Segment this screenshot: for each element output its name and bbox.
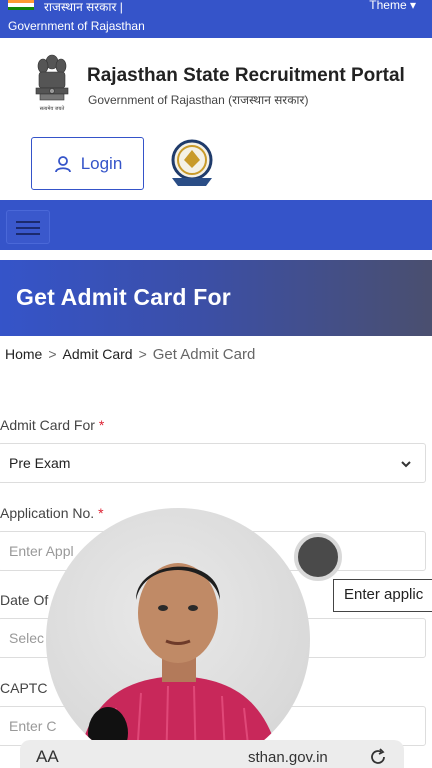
captcha-label-text: CAPTC [0, 680, 48, 696]
state-emblem-icon: सत्यमेव जयते [35, 54, 69, 112]
admit-card-for-select[interactable]: Pre Exam [0, 443, 426, 483]
chevron-down-icon [401, 461, 411, 468]
page-banner: Get Admit Card For [0, 260, 432, 336]
nav-bar [0, 200, 432, 254]
portal-title: Rajasthan State Recruitment Portal [87, 65, 405, 86]
user-icon [54, 155, 71, 172]
text-size-button[interactable]: AA [36, 747, 59, 767]
breadcrumb-admit-card-link[interactable]: Admit Card [63, 346, 133, 362]
captcha-placeholder: Enter C [9, 718, 57, 734]
url-text[interactable]: sthan.gov.in [248, 749, 328, 766]
admit-card-for-label: Admit Card For * [0, 417, 104, 433]
india-flag-icon [8, 0, 34, 10]
page-title: Get Admit Card For [16, 284, 231, 310]
presenter-image [76, 563, 282, 768]
login-button[interactable]: Login [31, 137, 144, 190]
admit-card-for-value: Pre Exam [9, 455, 71, 471]
application-no-label-text: Application No. [0, 505, 95, 521]
breadcrumb-current: Get Admit Card [152, 346, 256, 363]
admit-card-for-label-text: Admit Card For [0, 417, 95, 433]
dob-placeholder: Selec [9, 630, 45, 646]
gov-english-text: Government of Rajasthan [8, 19, 145, 33]
gov-hindi-text: राजस्थान सरकार | [44, 0, 123, 14]
required-mark: * [98, 505, 104, 521]
application-no-placeholder: Enter Appl [9, 543, 74, 559]
dob-label-text: Date Of [0, 592, 49, 608]
menu-icon[interactable] [6, 210, 50, 244]
breadcrumb: Home > Admit Card > Get Admit Card [5, 346, 255, 363]
application-no-label: Application No. * [0, 505, 104, 521]
rajasthan-logo-icon [171, 139, 213, 186]
breadcrumb-home-link[interactable]: Home [5, 346, 42, 362]
portal-subtitle: Government of Rajasthan (राजस्थान सरकार) [88, 93, 309, 107]
site-header: सत्यमेव जयते Rajasthan State Recruitment… [0, 38, 432, 200]
svg-text:सत्यमेव जयते: सत्यमेव जयते [40, 105, 65, 112]
breadcrumb-separator: > [138, 346, 147, 362]
dob-label: Date Of [0, 592, 48, 608]
presenter-webcam [46, 508, 310, 768]
login-label: Login [80, 153, 123, 173]
browser-address-bar[interactable]: AA sthan.gov.in [20, 740, 404, 768]
theme-dropdown[interactable]: Theme ▾ [369, 0, 416, 12]
tooltip: Enter applic [333, 579, 432, 612]
captcha-label: CAPTC [0, 680, 47, 696]
reload-icon[interactable] [368, 747, 388, 767]
required-mark: * [98, 417, 105, 433]
top-bar: राजस्थान सरकार | Government of Rajasthan… [0, 0, 432, 38]
touch-indicator [294, 533, 342, 581]
breadcrumb-separator: > [48, 346, 57, 362]
